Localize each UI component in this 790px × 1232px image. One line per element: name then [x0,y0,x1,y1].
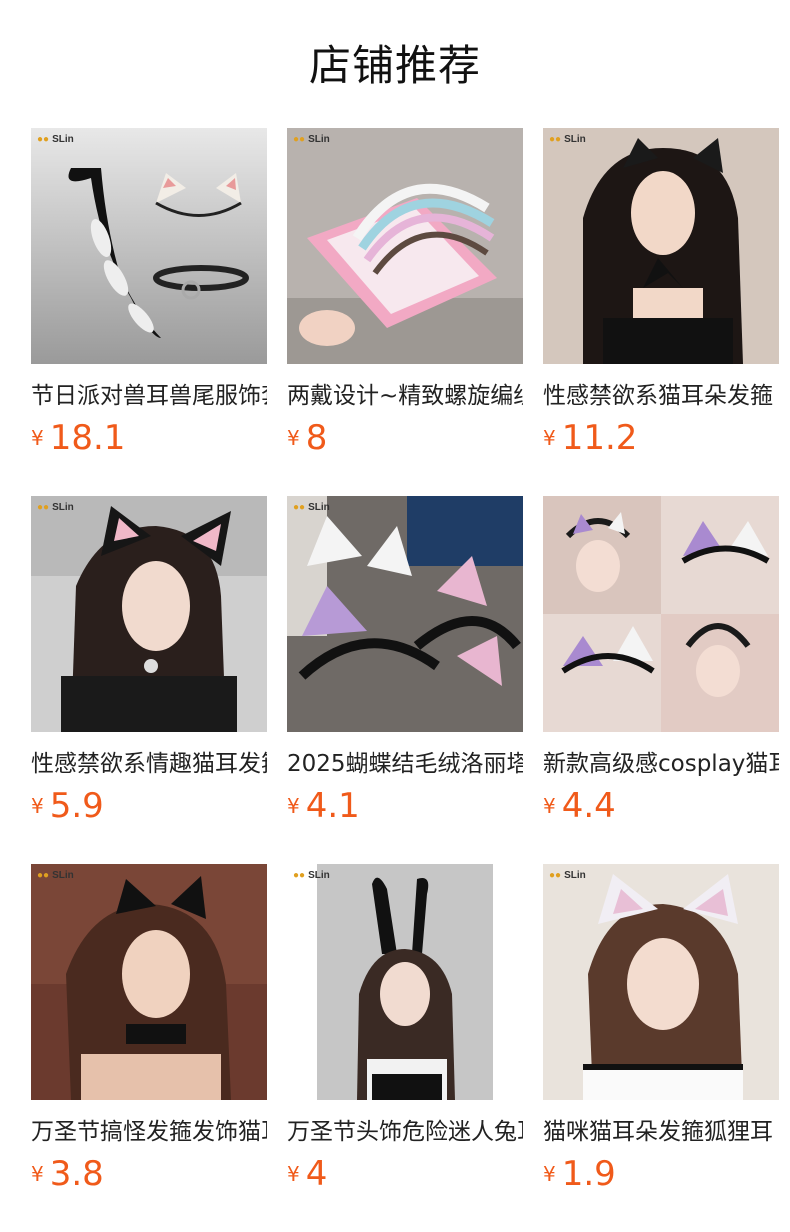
product-card[interactable]: ●● SLin 性感禁欲系猫耳朵发箍 ¥11.2 [543,128,779,468]
product-name[interactable]: 猫咪猫耳朵发箍狐狸耳 [543,1114,779,1150]
product-card[interactable]: ●●SLin 两戴设计~精致螺旋编织发箍 ¥8 [287,128,523,468]
product-image[interactable] [543,496,779,732]
product-image[interactable]: ●● SLin [287,496,523,732]
product-image[interactable]: ●● SLin [31,864,267,1100]
product-image[interactable]: ●● SLin [31,496,267,732]
brand-mark-icon: ●● [293,502,306,513]
product-card[interactable]: ●●SLin 2025蝴蝶结毛绒洛丽塔猫耳 ¥4.1 [287,496,523,836]
product-price: ¥3.8 [31,1154,104,1194]
product-price: ¥4.1 [287,786,360,826]
product-price: ¥4 [287,1154,328,1194]
product-image[interactable]: ●● SLin [287,864,523,1100]
product-card[interactable]: ●● SLin 万圣节头饰危险迷人兔耳 ¥4 [287,864,523,1204]
product-card[interactable]: ●● SLin 万圣节搞怪发箍发饰猫耳 ¥3.8 [31,864,267,1204]
product-price: ¥4.4 [543,786,616,826]
brand-logo: ●● SLin [293,502,330,513]
brand-logo: ●● SLin [549,134,586,145]
page-title: 店铺推荐 [308,41,481,90]
product-card[interactable]: ●● SLin 猫咪猫耳朵发箍狐狸耳 ¥1.9 [543,864,779,1204]
product-name[interactable]: 节日派对兽耳兽尾服饰套装 [31,378,267,414]
product-card[interactable]: ●● SLin 性感禁欲系情趣猫耳发箍 ¥5.9 [31,496,267,836]
brand-mark-icon: ●● [549,134,562,145]
brand-mark-icon: ●● [293,870,306,881]
product-image[interactable]: ●● SLin [543,128,779,364]
product-price: ¥18.1 [31,418,126,458]
product-name[interactable]: 新款高级感cosplay猫耳发箍 [543,746,779,782]
product-name[interactable]: 万圣节头饰危险迷人兔耳 [287,1114,523,1150]
brand-logo: ●● SLin [293,134,330,145]
product-name[interactable]: 性感禁欲系情趣猫耳发箍 [31,746,267,782]
product-name[interactable]: 万圣节搞怪发箍发饰猫耳 [31,1114,267,1150]
product-name[interactable]: 性感禁欲系猫耳朵发箍 [543,378,779,414]
brand-logo: ●● SLin [293,870,330,881]
product-image[interactable]: ●● SLin [31,128,267,364]
brand-logo: ●● SLin [37,502,74,513]
product-price: ¥11.2 [543,418,638,458]
brand-mark-icon: ●● [37,134,50,145]
product-card[interactable]: ●●SLin 节日派对兽耳兽尾服饰套装 ¥18.1 [31,128,267,468]
product-image[interactable]: ●● SLin [287,128,523,364]
product-price: ¥1.9 [543,1154,616,1194]
brand-logo: ●● SLin [37,870,74,881]
product-name[interactable]: 2025蝴蝶结毛绒洛丽塔猫耳 [287,746,523,782]
brand-mark-icon: ●● [37,870,50,881]
brand-logo: ●● SLin [37,134,74,145]
product-name[interactable]: 两戴设计~精致螺旋编织发箍 [287,378,523,414]
brand-mark-icon: ●● [37,502,50,513]
product-card[interactable]: 新款高级感cosplay猫耳发箍 ¥4.4 [543,496,779,836]
product-price: ¥5.9 [31,786,104,826]
product-image[interactable]: ●● SLin [543,864,779,1100]
brand-mark-icon: ●● [549,870,562,881]
brand-logo: ●● SLin [549,870,586,881]
brand-mark-icon: ●● [293,134,306,145]
product-price: ¥8 [287,418,328,458]
